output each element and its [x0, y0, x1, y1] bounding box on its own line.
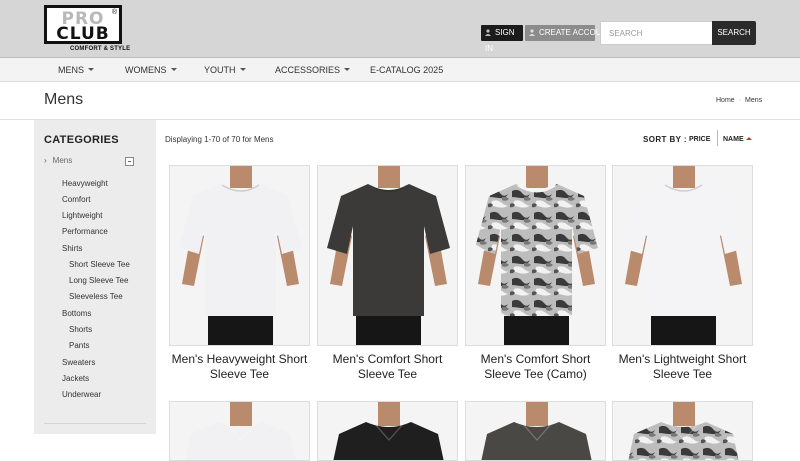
product-card[interactable] — [169, 165, 310, 346]
brand-logo[interactable]: PRO CLUB ® COMFORT & STYLE — [44, 5, 130, 55]
product-name-line: Sleeve Tee — [357, 367, 418, 381]
product-image — [327, 166, 450, 345]
logo-club-text: CLUB — [56, 24, 110, 44]
product-card[interactable] — [612, 401, 753, 461]
category-sleeveless-tee[interactable]: Sleeveless Tee — [69, 292, 123, 301]
sort-by-price[interactable]: PRICE — [689, 136, 710, 143]
product-name[interactable]: Men's Comfort Short Sleeve Tee — [317, 352, 458, 382]
product-name[interactable]: Men's Heavyweight Short Sleeve Tee — [169, 352, 310, 382]
sort-label: SORT BY : — [643, 135, 687, 144]
product-card[interactable] — [465, 401, 606, 461]
product-image — [481, 402, 592, 460]
category-current[interactable]: › Mens — [44, 156, 72, 165]
nav-label: ACCESSORIES — [275, 65, 341, 75]
top-header: PRO CLUB ® COMFORT & STYLE SIGN IN CREAT… — [0, 0, 800, 57]
nav-label: WOMENS — [125, 65, 167, 75]
category-heavyweight[interactable]: Heavyweight — [62, 179, 108, 188]
nav-item-accessories[interactable]: ACCESSORIES — [275, 58, 351, 82]
breadcrumb-current: Mens — [745, 97, 763, 104]
category-short-sleeve-tee[interactable]: Short Sleeve Tee — [69, 260, 130, 269]
category-lightweight[interactable]: Lightweight — [62, 211, 102, 220]
logo-tagline: COMFORT & STYLE — [70, 46, 131, 52]
product-image — [475, 166, 598, 345]
result-count: Displaying 1-70 of 70 for Mens — [165, 135, 274, 144]
nav-label: MENS — [58, 65, 85, 75]
nav-item-ecatalog[interactable]: E-CATALOG 2025 — [370, 58, 443, 82]
logo-box: PRO CLUB ® — [44, 5, 122, 44]
nav-item-womens[interactable]: WOMENS — [125, 58, 177, 82]
category-jackets[interactable]: Jackets — [62, 374, 89, 383]
product-image — [333, 402, 444, 460]
caret-down-icon — [239, 68, 246, 71]
create-account-button[interactable]: CREATE ACCOUNT — [525, 25, 612, 41]
product-name-line: Sleeve Tee — [209, 367, 270, 381]
category-pants[interactable]: Pants — [69, 341, 89, 350]
user-icon — [485, 29, 491, 36]
product-image — [179, 166, 302, 345]
product-name-line: Men's Comfort Short — [332, 352, 443, 366]
nav-label: E-CATALOG 2025 — [370, 65, 444, 75]
product-image — [622, 166, 745, 345]
chevron-right-icon: › — [44, 156, 47, 165]
search-button[interactable]: SEARCH — [712, 21, 756, 45]
nav-label: YOUTH — [204, 65, 236, 75]
page-title: Mens — [44, 91, 84, 108]
sort-name-label: NAME — [723, 136, 744, 143]
category-long-sleeve-tee[interactable]: Long Sleeve Tee — [69, 276, 128, 285]
divider — [44, 423, 146, 424]
nav-item-youth[interactable]: YOUTH — [204, 58, 246, 82]
caret-down-icon — [170, 68, 177, 71]
category-current-label: Mens — [52, 156, 73, 165]
logo-registered-mark: ® — [111, 9, 117, 16]
product-name-line: Men's Heavyweight Short — [171, 352, 308, 366]
product-card[interactable] — [317, 165, 458, 346]
product-image — [185, 402, 296, 460]
product-card[interactable] — [465, 165, 606, 346]
breadcrumb: Home · Mens — [716, 97, 762, 104]
nav-item-mens[interactable]: MENS — [58, 58, 95, 82]
product-image — [628, 402, 739, 460]
product-card[interactable] — [317, 401, 458, 461]
breadcrumb-separator: · — [738, 97, 742, 104]
category-underwear[interactable]: Underwear — [62, 390, 101, 399]
sort-arrow-up-icon — [745, 137, 752, 140]
breadcrumb-home[interactable]: Home — [716, 97, 735, 104]
category-performance[interactable]: Performance — [62, 227, 108, 236]
category-bottoms[interactable]: Bottoms — [62, 309, 91, 318]
search-input[interactable] — [600, 21, 713, 45]
sort-divider — [717, 130, 718, 146]
collapse-icon[interactable] — [125, 157, 134, 166]
product-name[interactable]: Men's Lightweight Short Sleeve Tee — [612, 352, 753, 382]
sign-in-button[interactable]: SIGN IN — [481, 25, 523, 53]
product-name[interactable]: Men's Comfort Short Sleeve Tee (Camo) — [465, 352, 606, 382]
user-icon — [529, 29, 535, 36]
caret-down-icon — [344, 68, 351, 71]
categories-heading: CATEGORIES — [44, 134, 119, 146]
category-sweaters[interactable]: Sweaters — [62, 358, 95, 367]
sort-by-name[interactable]: NAME — [723, 136, 752, 143]
product-name-line: Sleeve Tee — [652, 367, 713, 381]
product-name-line: Men's Comfort Short — [480, 352, 591, 366]
category-shorts[interactable]: Shorts — [69, 325, 92, 334]
product-card[interactable] — [612, 165, 753, 346]
product-name-line: Sleeve Tee (Camo) — [484, 367, 587, 381]
product-name-line: Men's Lightweight Short — [618, 352, 747, 366]
category-shirts[interactable]: Shirts — [62, 244, 82, 253]
main-nav: MENS WOMENS YOUTH ACCESSORIES E-CATALOG … — [0, 57, 800, 82]
category-comfort[interactable]: Comfort — [62, 195, 90, 204]
category-sidebar: CATEGORIES › Mens Heavyweight Comfort Lig… — [34, 120, 156, 434]
caret-down-icon — [88, 68, 95, 71]
product-card[interactable] — [169, 401, 310, 461]
